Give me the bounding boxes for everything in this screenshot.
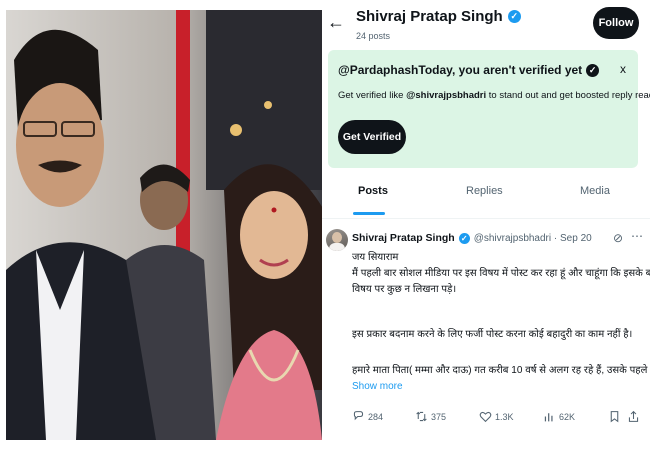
reply-icon: [353, 411, 364, 421]
banner-desc-suffix: to stand out and get boosted reply reach…: [486, 90, 650, 101]
profile-tabs: Posts Replies Media: [322, 172, 650, 219]
show-more-link[interactable]: Show more: [352, 381, 403, 392]
repost-button[interactable]: 375: [415, 410, 446, 423]
bookmark-icon: [610, 411, 619, 423]
tab-media[interactable]: Media: [580, 185, 610, 197]
reply-count: 284: [368, 411, 384, 422]
tweet-line: मैं पहली बार सोशल मीडिया पर इस विषय में …: [352, 268, 650, 279]
views-icon: [544, 413, 553, 422]
repost-count: 375: [431, 411, 447, 422]
profile-pane: ← Shivraj Pratap Singh ✓ 24 posts Follow…: [322, 0, 650, 450]
heart-icon: [479, 411, 492, 423]
banner-title-text: @PardaphashToday, you aren't verified ye…: [338, 63, 583, 77]
tweet-actions: 284 375 1.3K 62K: [322, 404, 650, 430]
profile-name: Shivraj Pratap Singh ✓: [356, 8, 521, 25]
tweet-handle-date[interactable]: @shivrajpsbhadri · Sep 20: [474, 233, 592, 244]
reply-button[interactable]: 284: [352, 410, 383, 423]
verified-badge-dark-icon: ✓: [586, 63, 600, 77]
follow-button[interactable]: Follow: [593, 7, 639, 39]
banner-desc-handle: @shivrajpsbhadri: [406, 90, 487, 101]
news-photo: [6, 10, 322, 440]
posts-count: 24 posts: [356, 31, 391, 41]
banner-close-icon[interactable]: x: [620, 62, 626, 76]
views-button[interactable]: 62K: [543, 410, 575, 423]
avatar[interactable]: [326, 229, 348, 251]
like-button[interactable]: 1.3K: [479, 410, 514, 423]
photo-illustration: [6, 10, 322, 440]
tweet-line: जय सियाराम: [352, 252, 399, 263]
tab-posts[interactable]: Posts: [358, 185, 388, 197]
share-icon: [628, 410, 639, 422]
tweet-line: विषय पर कुछ न लिखना पड़े।: [352, 284, 457, 295]
banner-title: @PardaphashToday, you aren't verified ye…: [338, 63, 600, 77]
banner-desc-prefix: Get verified like: [338, 90, 407, 101]
profile-name-text: Shivraj Pratap Singh: [356, 8, 503, 25]
banner-description: Get verified like @shivrajpsbhadri to st…: [338, 90, 650, 101]
repost-icon: [416, 411, 427, 422]
tweet-header: Shivraj Pratap Singh ✓ @shivrajpsbhadri …: [352, 232, 592, 244]
like-count: 1.3K: [495, 411, 514, 422]
tweet-verified-badge-icon: ✓: [458, 232, 470, 244]
grok-icon[interactable]: ⊘: [613, 231, 623, 245]
active-tab-indicator: [353, 212, 385, 215]
verification-banner: @PardaphashToday, you aren't verified ye…: [328, 50, 650, 168]
more-options-icon[interactable]: ⋯: [631, 229, 643, 243]
tweet-line: इस प्रकार बदनाम करने के लिए फर्जी पोस्ट …: [352, 329, 633, 340]
tab-replies[interactable]: Replies: [466, 185, 503, 197]
tweet-line: हमारे माता पिता( मम्मा और दाऊ) गत करीब 1…: [352, 365, 650, 376]
tweet-author-name[interactable]: Shivraj Pratap Singh: [352, 232, 455, 244]
get-verified-button[interactable]: Get Verified: [338, 120, 406, 154]
back-arrow-icon[interactable]: ←: [327, 12, 345, 33]
views-count: 62K: [559, 411, 576, 422]
bookmark-button[interactable]: [608, 410, 621, 423]
share-button[interactable]: [627, 410, 640, 423]
verified-badge-icon: ✓: [507, 10, 521, 23]
